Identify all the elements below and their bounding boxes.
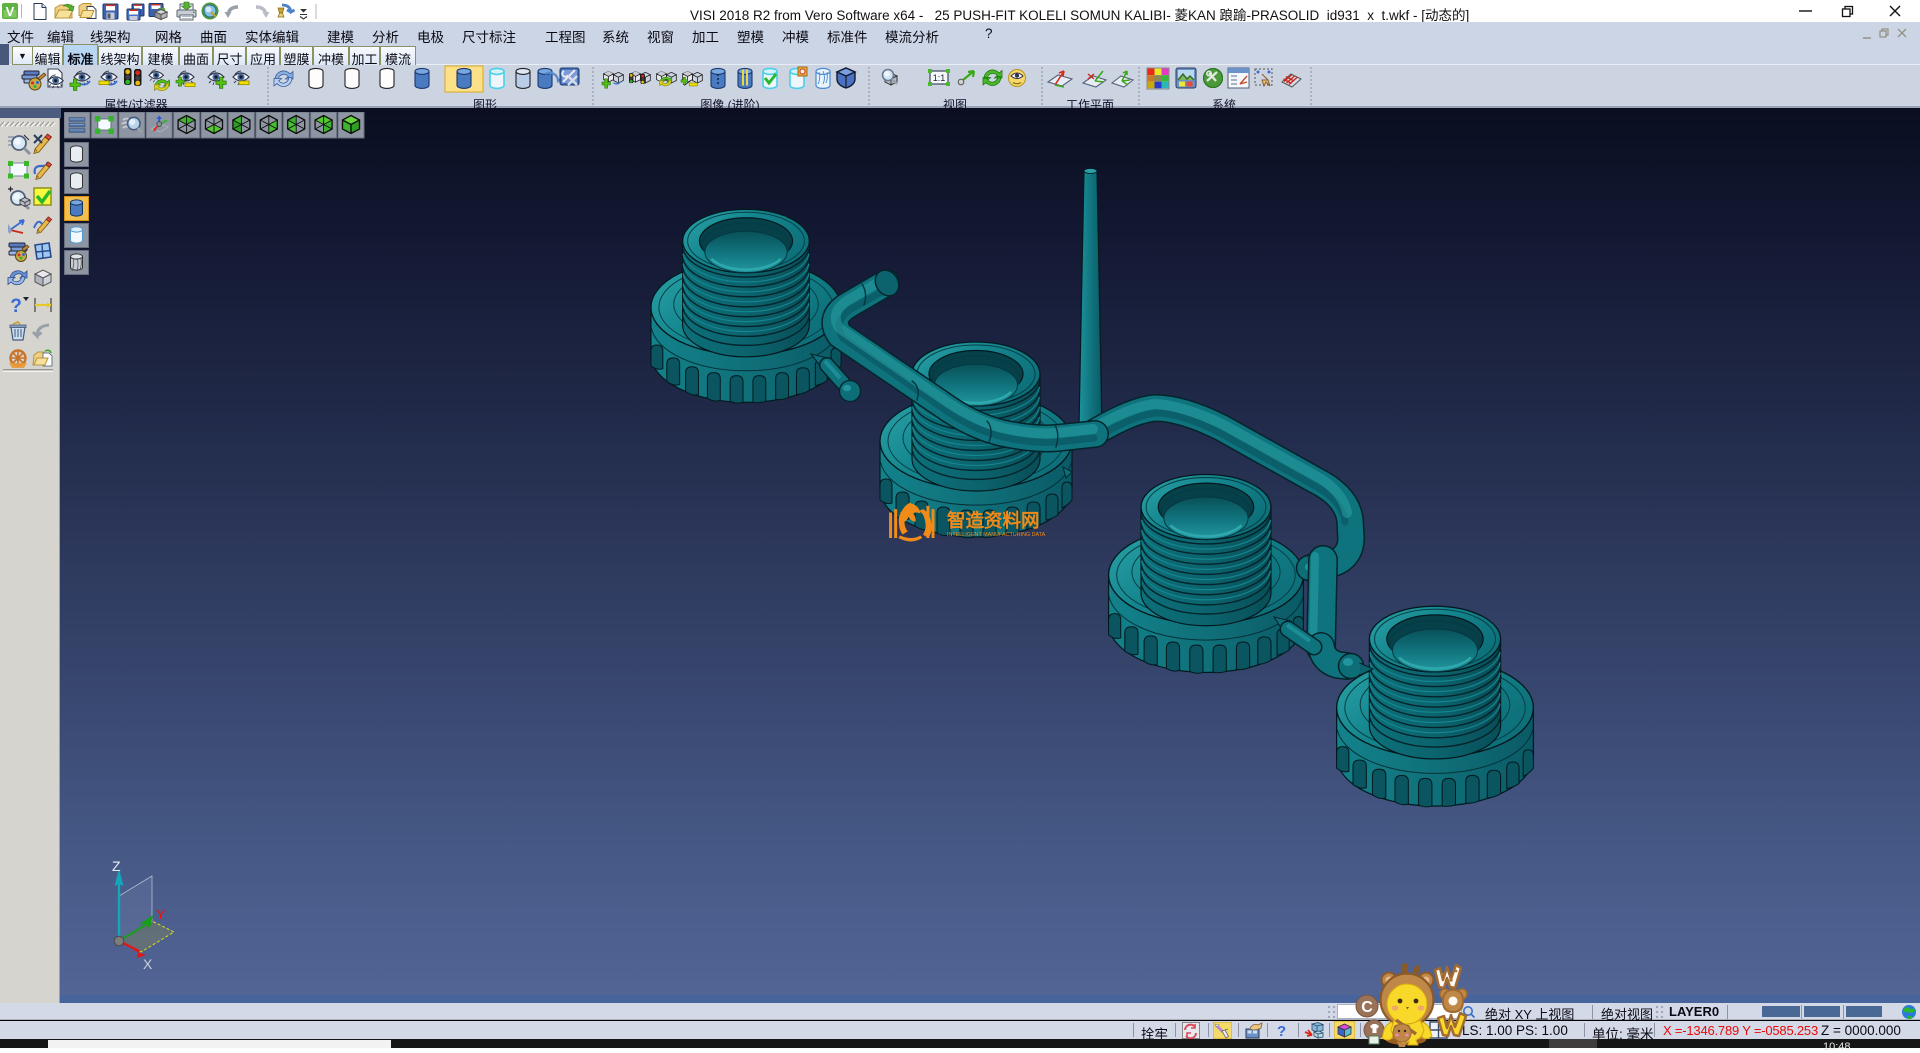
svg-text:Y: Y bbox=[156, 906, 166, 922]
svg-text:V: V bbox=[6, 4, 15, 19]
svg-text:智造资料网: 智造资料网 bbox=[947, 510, 1040, 531]
svg-text:X: X bbox=[143, 956, 153, 972]
svg-text:INTELLIGENT MANUFACTURING DATA: INTELLIGENT MANUFACTURING DATA bbox=[947, 532, 1046, 538]
svg-text:?: ? bbox=[10, 296, 22, 317]
svg-text:1:1: 1:1 bbox=[933, 73, 946, 83]
svg-text:C: C bbox=[1361, 999, 1373, 1016]
svg-text:Z: Z bbox=[112, 858, 121, 874]
